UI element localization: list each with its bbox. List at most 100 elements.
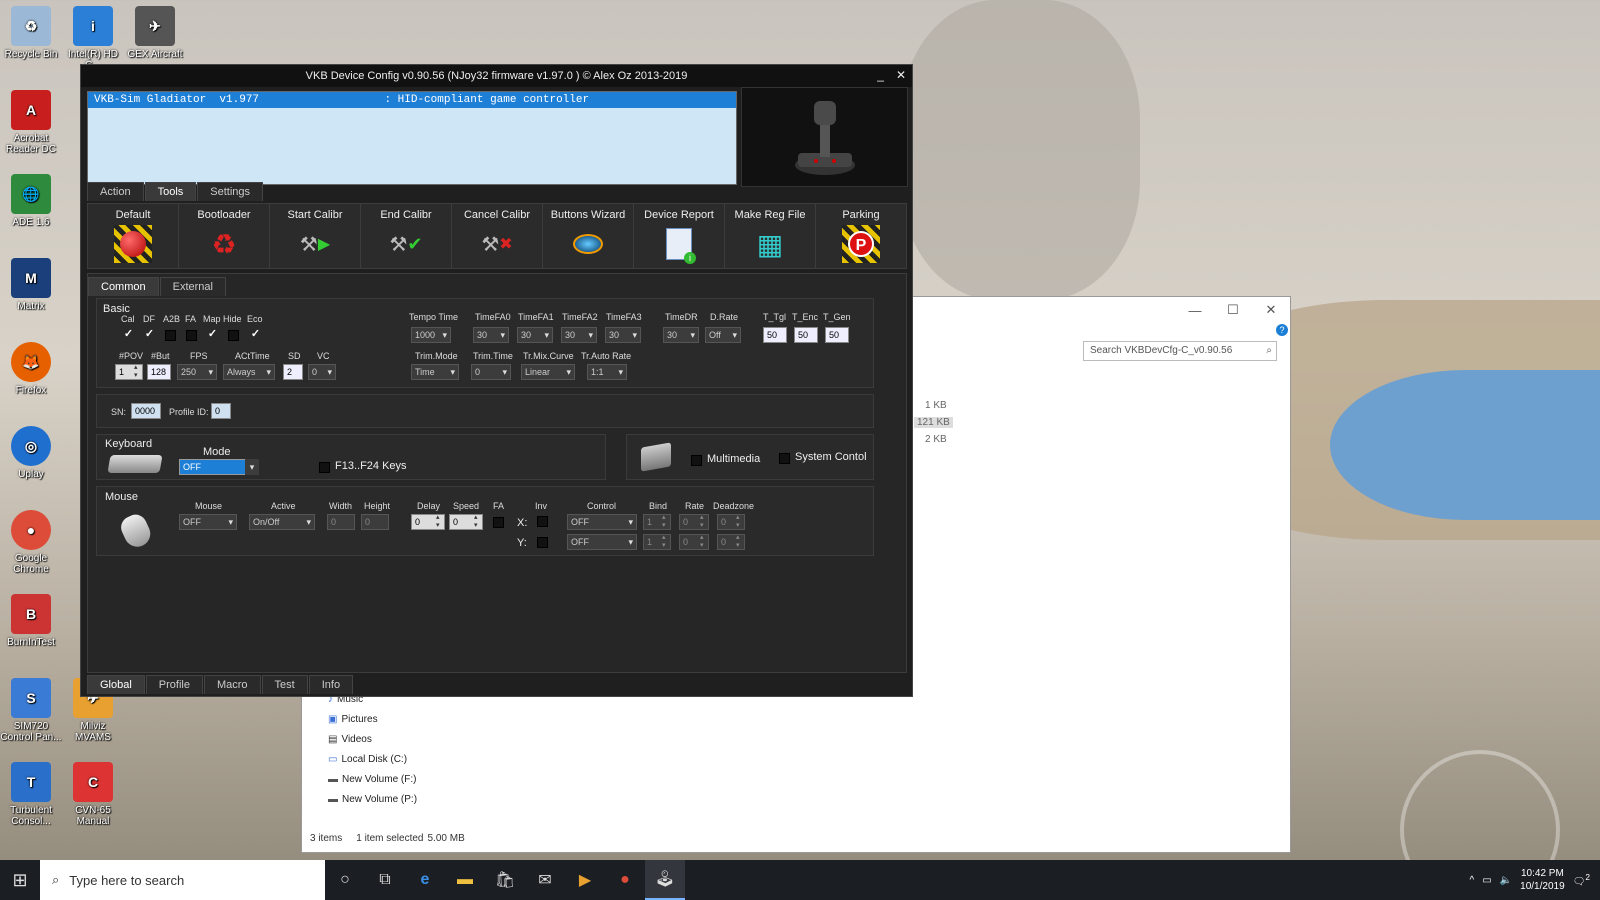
rate-y-stepper[interactable]: 0	[679, 534, 709, 550]
drate-select[interactable]: Off	[705, 327, 741, 343]
sd-input[interactable]: 2	[283, 364, 303, 380]
clock[interactable]: 10:42 PM 10/1/2019	[1520, 867, 1565, 893]
desktop-icon-turbulent[interactable]: T Turbulent Consol...	[0, 762, 62, 827]
pov-stepper[interactable]: 1	[115, 364, 143, 380]
but-input[interactable]: 128	[147, 364, 171, 380]
tenc-input[interactable]: 50	[794, 327, 818, 343]
media-player-icon[interactable]: ▶	[565, 860, 605, 900]
bind-y-stepper[interactable]: 1	[643, 534, 671, 550]
df-checkbox[interactable]: ✓	[144, 329, 155, 341]
mouse-select[interactable]: OFF	[179, 514, 237, 530]
tab-action[interactable]: Action	[87, 182, 144, 201]
nav-item-volume-p[interactable]: ▬ New Volume (P:)	[302, 794, 432, 814]
fa-checkbox[interactable]	[493, 517, 504, 528]
default-button[interactable]: Default	[88, 204, 179, 268]
vc-select[interactable]: 0	[308, 364, 336, 380]
multimedia-checkbox[interactable]	[691, 455, 702, 466]
bootloader-button[interactable]: Bootloader ♻	[179, 204, 270, 268]
trtime-select[interactable]: 0	[471, 364, 511, 380]
tab-macro[interactable]: Macro	[203, 675, 261, 694]
tfa2-select[interactable]: 30	[561, 327, 597, 343]
system-control-checkbox[interactable]	[779, 453, 790, 464]
desktop-icon-acrobat[interactable]: A Acrobat Reader DC	[0, 90, 62, 155]
control-y-select[interactable]: OFF	[567, 534, 637, 550]
tempo-select[interactable]: 1000	[411, 327, 451, 343]
nav-item-volume-f[interactable]: ▬ New Volume (F:)	[302, 774, 432, 794]
actime-select[interactable]: Always	[223, 364, 275, 380]
notifications-icon[interactable]: 🗨2	[1573, 872, 1590, 887]
device-report-button[interactable]: Device Report i	[634, 204, 725, 268]
close-icon[interactable]: ✕	[896, 68, 906, 82]
desktop-icon-gex[interactable]: ✈ GEX Aircraft	[124, 6, 186, 60]
help-icon[interactable]: ?	[1276, 324, 1288, 336]
tab-global[interactable]: Global	[87, 675, 145, 694]
explorer-search-box[interactable]: Search VKBDevCfg-C_v0.90.56 ⌕	[1083, 341, 1277, 361]
parking-button[interactable]: Parking P	[816, 204, 906, 268]
a2b-checkbox[interactable]	[165, 330, 176, 341]
desktop-icon-cvn65[interactable]: C CVN-65 Manual	[62, 762, 124, 827]
tgen-input[interactable]: 50	[825, 327, 849, 343]
chevron-up-icon[interactable]: ^	[1470, 875, 1475, 886]
tfa3-select[interactable]: 30	[605, 327, 641, 343]
edge-icon[interactable]: e	[405, 860, 445, 900]
eco-checkbox[interactable]: ✓	[250, 329, 261, 341]
device-row-selected[interactable]: VKB-Sim Gladiator v1.977 : HID-compliant…	[88, 92, 736, 108]
trauto-select[interactable]: 1:1	[587, 364, 627, 380]
cortana-icon[interactable]: ○	[325, 860, 365, 900]
network-icon[interactable]: ▭	[1482, 875, 1491, 886]
hide-checkbox[interactable]	[228, 330, 239, 341]
desktop-icon-matrix[interactable]: M Matrix	[0, 258, 62, 312]
tab-settings[interactable]: Settings	[197, 182, 264, 201]
task-view-icon[interactable]: ⧉	[365, 860, 405, 900]
profile-id-input[interactable]: 0	[211, 403, 231, 419]
desktop-icon-ade[interactable]: 🌐 ADE 1.6	[0, 174, 62, 228]
minimize-icon[interactable]: —	[1176, 303, 1214, 318]
cal-checkbox[interactable]: ✓	[123, 329, 134, 341]
mail-icon[interactable]: ✉	[525, 860, 565, 900]
ttgl-input[interactable]: 50	[763, 327, 787, 343]
fa-checkbox[interactable]	[186, 330, 197, 341]
desktop-icon-sim720[interactable]: S SIM720 Control Pan...	[0, 678, 62, 743]
height-input[interactable]: 0	[361, 514, 389, 530]
tfa1-select[interactable]: 30	[517, 327, 553, 343]
sn-input[interactable]: 0000	[131, 403, 161, 419]
map-checkbox[interactable]: ✓	[207, 329, 218, 341]
buttons-wizard-button[interactable]: Buttons Wizard	[543, 204, 634, 268]
width-input[interactable]: 0	[327, 514, 355, 530]
active-select[interactable]: On/Off	[249, 514, 315, 530]
cancel-calibr-button[interactable]: Cancel Calibr ⚒ ✖	[452, 204, 543, 268]
desktop-icon-firefox[interactable]: 🦊 Firefox	[0, 342, 62, 396]
tdr-select[interactable]: 30	[663, 327, 699, 343]
control-x-select[interactable]: OFF	[567, 514, 637, 530]
tab-info[interactable]: Info	[308, 675, 354, 694]
trmix-select[interactable]: Linear	[521, 364, 575, 380]
deadzone-x-stepper[interactable]: 0	[717, 514, 745, 530]
start-calibr-button[interactable]: Start Calibr ⚒ ▶	[270, 204, 361, 268]
taskbar-search[interactable]: ⌕ Type here to search	[40, 860, 325, 900]
nav-item-videos[interactable]: ▤ Videos	[302, 734, 432, 754]
tab-test[interactable]: Test	[261, 675, 308, 694]
tab-common[interactable]: Common	[88, 277, 159, 296]
device-list[interactable]: VKB-Sim Gladiator v1.977 : HID-compliant…	[87, 91, 737, 185]
desktop-icon-chrome[interactable]: ● Google Chrome	[0, 510, 62, 575]
nav-item-local-disk[interactable]: ▭ Local Disk (C:)	[302, 754, 432, 774]
vkb-config-taskbar-icon[interactable]: 🕹	[645, 860, 685, 900]
deadzone-y-stepper[interactable]: 0	[717, 534, 745, 550]
f13-f24-checkbox[interactable]	[319, 462, 330, 473]
end-calibr-button[interactable]: End Calibr ⚒ ✔	[361, 204, 452, 268]
volume-icon[interactable]: 🔈	[1500, 875, 1512, 886]
inv-x-checkbox[interactable]	[537, 516, 548, 527]
file-explorer-icon[interactable]: ▬	[445, 860, 485, 900]
keyboard-mode-select[interactable]: OFF	[179, 459, 249, 475]
bind-x-stepper[interactable]: 1	[643, 514, 671, 530]
store-icon[interactable]: 🛍	[485, 860, 525, 900]
make-reg-file-button[interactable]: Make Reg File ▦	[725, 204, 816, 268]
trmode-select[interactable]: Time	[411, 364, 459, 380]
minimize-icon[interactable]: _	[877, 68, 884, 82]
desktop-icon-uplay[interactable]: ◎ Uplay	[0, 426, 62, 480]
tab-external[interactable]: External	[159, 277, 226, 296]
chrome-icon[interactable]: ●	[605, 860, 645, 900]
delay-stepper[interactable]: 0	[411, 514, 445, 530]
desktop-icon-recycle-bin[interactable]: ♻ Recycle Bin	[0, 6, 62, 60]
rate-x-stepper[interactable]: 0	[679, 514, 709, 530]
